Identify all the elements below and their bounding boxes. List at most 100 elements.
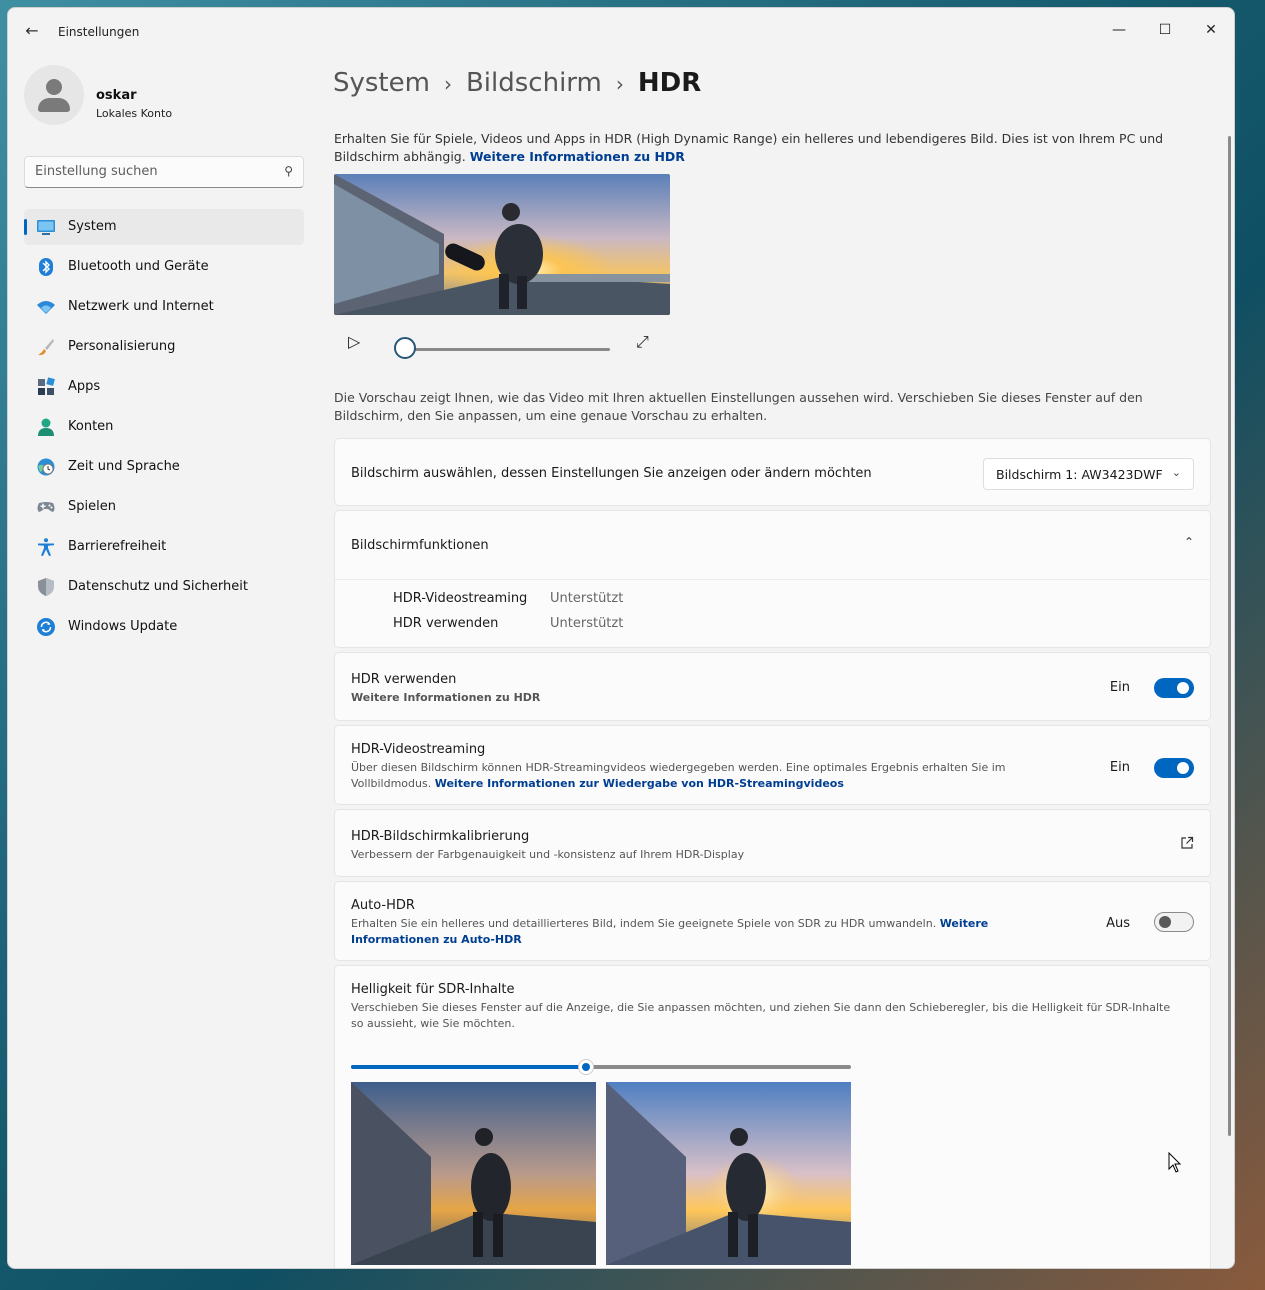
breadcrumb: System › Bildschirm › HDR: [333, 68, 701, 98]
avatar: [24, 65, 84, 125]
auto-hdr-state: Aus: [1106, 916, 1130, 931]
main-content: System › Bildschirm › HDR Erhalten Sie für S…: [333, 54, 1213, 1268]
seek-thumb[interactable]: [394, 337, 416, 359]
sidebar-item-time-language[interactable]: Zeit und Sprache: [24, 449, 304, 485]
hdr-calibration-desc: Verbessern der Farbgenauigkeit und -kons…: [351, 848, 745, 861]
sidebar-item-label: Bluetooth und Geräte: [68, 259, 209, 274]
capability-name: HDR-Videostreaming: [393, 591, 528, 606]
hdr-streaming-state: Ein: [1109, 760, 1130, 775]
sidebar-item-label: Zeit und Sprache: [68, 459, 180, 474]
use-hdr-link[interactable]: Weitere Informationen zu HDR: [351, 690, 540, 706]
hdr-streaming-link[interactable]: Weitere Informationen zur Wiedergabe von…: [435, 777, 844, 790]
sidebar-item-label: Personalisierung: [68, 339, 176, 354]
sidebar-item-network[interactable]: Netzwerk und Internet: [24, 289, 304, 325]
sidebar-item-label: Barrierefreiheit: [68, 539, 167, 554]
sidebar-item-label: Konten: [68, 419, 114, 434]
hdr-streaming-toggle[interactable]: [1154, 758, 1194, 778]
maximize-button[interactable]: ☐: [1142, 14, 1188, 46]
sidebar-item-windows-update[interactable]: Windows Update: [24, 609, 304, 645]
hdr-streaming-desc: Über diesen Bildschirm können HDR-Stream…: [351, 760, 1011, 792]
page-title: HDR: [637, 68, 702, 98]
auto-hdr-title: Auto-HDR: [351, 898, 415, 913]
capability-value: Unterstützt: [550, 616, 624, 631]
play-icon[interactable]: ▷: [348, 332, 360, 351]
chevron-up-icon[interactable]: ⌃: [1184, 535, 1194, 549]
sidebar-item-bluetooth[interactable]: Bluetooth und Geräte: [24, 249, 304, 285]
display-dropdown-value: Bildschirm 1: AW3423DWF: [996, 467, 1163, 482]
use-hdr-state: Ein: [1109, 680, 1130, 695]
breadcrumb-system[interactable]: System: [333, 68, 430, 98]
sdr-brightness-slider[interactable]: [351, 1065, 851, 1069]
learn-more-hdr-link[interactable]: Weitere Informationen zu HDR: [470, 149, 685, 164]
use-hdr-card: HDR verwenden Weitere Informationen zu H…: [334, 652, 1211, 721]
sidebar: oskar Lokales Konto ⚲ System Bluetooth u…: [8, 54, 318, 1254]
divider: [335, 579, 1210, 580]
video-player-controls: ▷ ⤢: [334, 324, 670, 364]
brush-icon: [38, 339, 54, 356]
title-bar: ← Einstellungen — ☐ ✕: [8, 8, 1234, 54]
capability-name: HDR verwenden: [393, 616, 499, 631]
sidebar-item-accounts[interactable]: Konten: [24, 409, 304, 445]
hdr-calibration-card[interactable]: HDR-Bildschirmkalibrierung Verbessern de…: [334, 809, 1211, 877]
auto-hdr-description: Erhalten Sie ein helleres und detaillier…: [351, 917, 937, 930]
sidebar-item-label: Spielen: [68, 499, 116, 514]
hdr-streaming-card: HDR-Videostreaming Über diesen Bildschir…: [334, 725, 1211, 805]
gamepad-icon: [37, 502, 55, 512]
minimize-button[interactable]: —: [1096, 14, 1142, 46]
auto-hdr-toggle[interactable]: [1154, 912, 1194, 932]
sidebar-item-label: Netzwerk und Internet: [68, 299, 214, 314]
slider-thumb[interactable]: [578, 1059, 594, 1075]
sdr-content-preview: [351, 1082, 596, 1265]
sdr-brightness-desc: Verschieben Sie dieses Fenster auf die A…: [351, 1001, 1171, 1030]
hdr-preview-video[interactable]: [334, 174, 670, 315]
capability-value: Unterstützt: [550, 591, 624, 606]
sdr-brightness-title: Helligkeit für SDR-Inhalte: [351, 982, 515, 997]
sidebar-nav: System Bluetooth und Geräte Netzwerk und…: [24, 209, 304, 649]
search-box[interactable]: ⚲: [24, 156, 304, 188]
bluetooth-icon: [39, 258, 53, 276]
use-hdr-toggle[interactable]: [1154, 678, 1194, 698]
chevron-down-icon: ⌄: [1171, 466, 1181, 479]
sidebar-item-personalization[interactable]: Personalisierung: [24, 329, 304, 365]
hdr-content-preview: [606, 1082, 851, 1265]
capabilities-title: Bildschirmfunktionen: [351, 538, 489, 553]
hdr-streaming-title: HDR-Videostreaming: [351, 742, 486, 757]
mouse-cursor-icon: [1168, 1152, 1182, 1173]
auto-hdr-card: Auto-HDR Erhalten Sie ein helleres und d…: [334, 881, 1211, 961]
close-button[interactable]: ✕: [1188, 14, 1234, 46]
display-dropdown[interactable]: Bildschirm 1: AW3423DWF ⌄: [983, 458, 1194, 490]
seek-bar[interactable]: [406, 348, 610, 351]
user-profile[interactable]: oskar Lokales Konto: [24, 65, 304, 125]
fullscreen-icon[interactable]: ⤢: [636, 332, 649, 352]
display-select-card: Bildschirm auswählen, dessen Einstellung…: [334, 438, 1211, 506]
slider-fill: [351, 1065, 586, 1069]
user-name: oskar: [96, 88, 137, 103]
preview-note: Die Vorschau zeigt Ihnen, wie das Video …: [334, 390, 1143, 423]
external-link-icon[interactable]: [1180, 836, 1194, 850]
breadcrumb-display[interactable]: Bildschirm: [466, 68, 602, 98]
account-icon: [38, 418, 54, 436]
wifi-icon: [37, 301, 55, 314]
sidebar-item-privacy[interactable]: Datenschutz und Sicherheit: [24, 569, 304, 605]
update-icon: [37, 618, 55, 636]
apps-icon: [38, 377, 55, 395]
intro-description: Erhalten Sie für Spiele, Videos und Apps…: [334, 131, 1164, 164]
hdr-calibration-title: HDR-Bildschirmkalibrierung: [351, 829, 530, 844]
back-arrow-icon[interactable]: ←: [20, 22, 44, 42]
sidebar-item-label: Windows Update: [68, 619, 178, 634]
sidebar-item-apps[interactable]: Apps: [24, 369, 304, 405]
sidebar-item-gaming[interactable]: Spielen: [24, 489, 304, 525]
sidebar-item-system[interactable]: System: [24, 209, 304, 245]
scrollbar[interactable]: [1228, 136, 1231, 1136]
settings-window: ← Einstellungen — ☐ ✕ oskar Lokales Kont…: [7, 7, 1235, 1269]
auto-hdr-desc: Erhalten Sie ein helleres und detaillier…: [351, 916, 991, 948]
sidebar-item-label: System: [68, 219, 117, 234]
search-icon[interactable]: ⚲: [284, 164, 293, 178]
accessibility-icon: [38, 538, 54, 556]
display-capabilities-card: Bildschirmfunktionen ⌃ HDR-Videostreamin…: [334, 510, 1211, 648]
intro-text: Erhalten Sie für Spiele, Videos und Apps…: [334, 130, 1204, 166]
search-input[interactable]: [35, 164, 275, 179]
display-select-label: Bildschirm auswählen, dessen Einstellung…: [351, 466, 872, 481]
sidebar-item-accessibility[interactable]: Barrierefreiheit: [24, 529, 304, 565]
use-hdr-title: HDR verwenden: [351, 672, 457, 687]
